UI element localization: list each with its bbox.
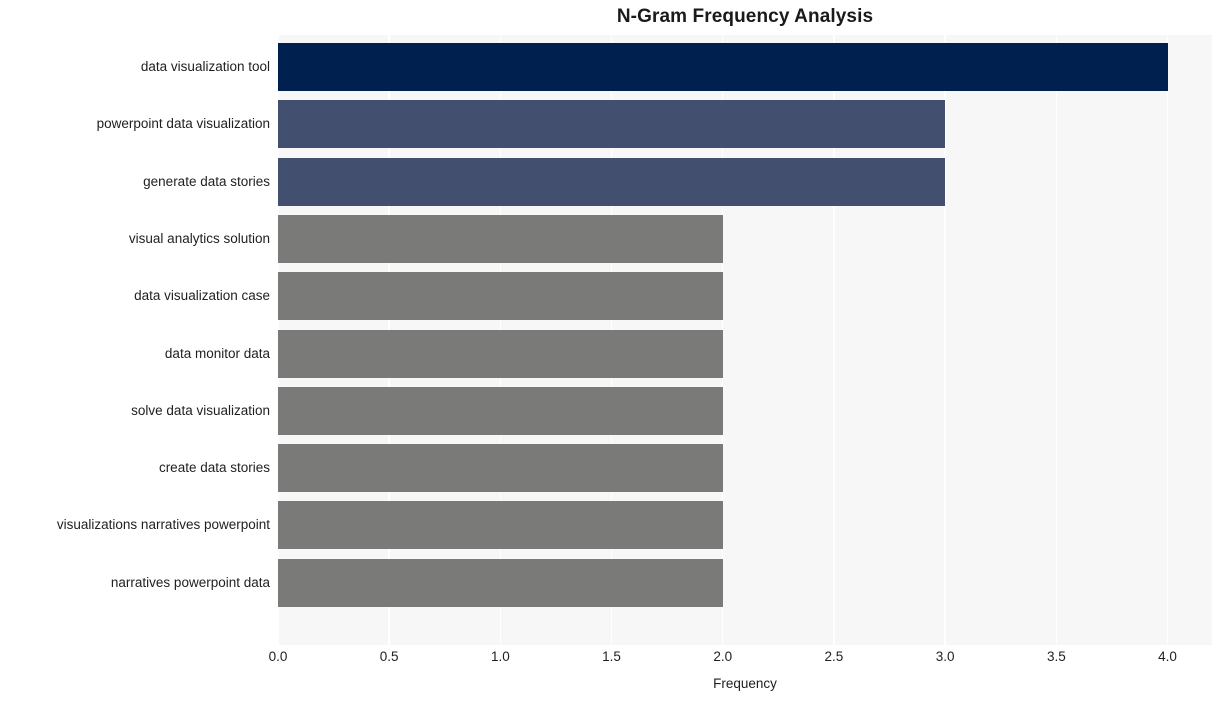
x-tick-label: 0.0 bbox=[268, 649, 288, 664]
y-tick-label: visual analytics solution bbox=[128, 230, 270, 246]
bar[interactable] bbox=[278, 558, 723, 607]
x-axis-title: Frequency bbox=[713, 676, 777, 691]
x-tick-label: 2.0 bbox=[713, 649, 733, 664]
bar[interactable] bbox=[278, 272, 723, 321]
plot-area bbox=[278, 35, 1212, 645]
gridline-x-8 bbox=[1166, 35, 1169, 645]
x-tick-label: 2.5 bbox=[824, 649, 844, 664]
bar[interactable] bbox=[278, 444, 723, 493]
y-tick-label: generate data stories bbox=[143, 173, 270, 189]
x-tick-label: 3.5 bbox=[1046, 649, 1066, 664]
y-axis-tick-labels: data visualization tool powerpoint data v… bbox=[0, 35, 270, 645]
gridline-x-7 bbox=[1055, 35, 1058, 645]
y-tick-label: create data stories bbox=[158, 460, 270, 476]
bar[interactable] bbox=[278, 214, 723, 263]
y-tick-label: narratives powerpoint data bbox=[110, 574, 270, 590]
bar[interactable] bbox=[278, 157, 946, 206]
x-tick-label: 1.5 bbox=[602, 649, 621, 664]
x-tick-label: 3.0 bbox=[935, 649, 955, 664]
y-tick-label: data monitor data bbox=[164, 345, 270, 361]
x-tick-label: 1.0 bbox=[490, 649, 510, 664]
y-tick-label: visualizations narratives powerpoint bbox=[56, 517, 270, 533]
x-axis-tick-labels: 0.0 0.5 1.0 1.5 2.0 2.5 3.0 3.5 4.0 bbox=[269, 649, 1212, 672]
bar[interactable] bbox=[278, 386, 723, 435]
bar[interactable] bbox=[278, 329, 723, 378]
y-tick-label: solve data visualization bbox=[131, 402, 270, 418]
y-tick-label: data visualization case bbox=[134, 288, 270, 304]
x-tick-label: 4.0 bbox=[1158, 649, 1177, 664]
y-tick-label: data visualization tool bbox=[140, 59, 270, 74]
y-tick-label: powerpoint data visualization bbox=[96, 116, 270, 132]
x-tick-label: 0.5 bbox=[379, 649, 399, 664]
bar[interactable] bbox=[278, 43, 1168, 91]
bar[interactable] bbox=[278, 501, 723, 550]
chart-figure: N-Gram Frequency Analysis data visualiza… bbox=[0, 0, 1217, 701]
bar[interactable] bbox=[278, 100, 946, 149]
chart-title: N-Gram Frequency Analysis bbox=[616, 6, 874, 27]
